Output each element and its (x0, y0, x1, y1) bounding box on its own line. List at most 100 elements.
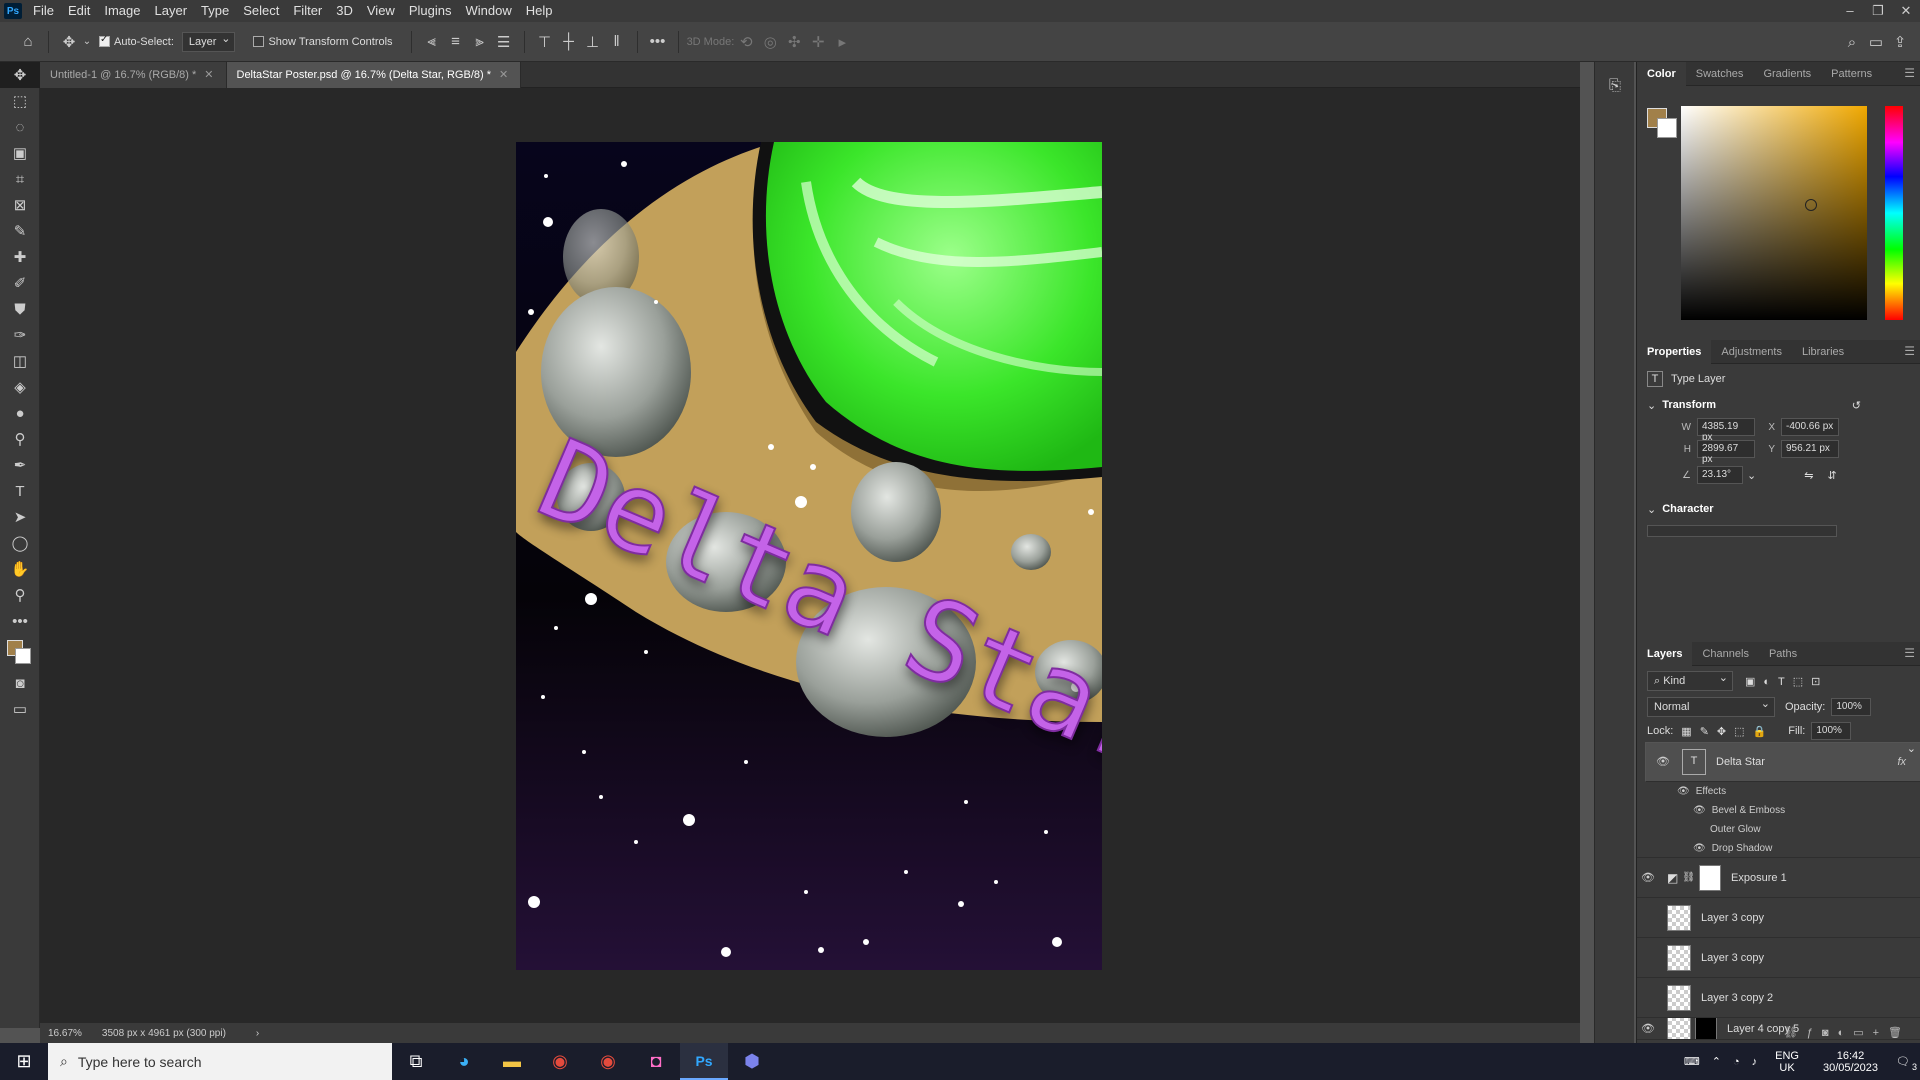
opacity-field[interactable]: 100% (1831, 698, 1872, 716)
color-swatches[interactable] (0, 634, 40, 670)
menu-image[interactable]: Image (97, 0, 147, 22)
menu-3d[interactable]: 3D (329, 0, 360, 22)
photoshop-taskbar-icon[interactable]: Ps (680, 1043, 728, 1080)
character-title[interactable]: Character (1662, 503, 1713, 515)
effect-outer-glow[interactable]: Outer Glow (1637, 820, 1920, 839)
marquee-tool-icon[interactable]: ⬚ (0, 88, 40, 114)
3d-pan-icon[interactable]: ✣ (782, 30, 806, 54)
tab-deltastar-poster[interactable]: DeltaStar Poster.psd @ 16.7% (Delta Star… (226, 62, 522, 88)
notifications-icon[interactable]: 🗨 3 (1890, 1055, 1920, 1072)
lasso-tool-icon[interactable]: ◌ (0, 114, 40, 140)
link-icon[interactable]: ⛓ (1682, 872, 1695, 883)
tab-properties[interactable]: Properties (1637, 339, 1712, 364)
network-icon[interactable]: ◔ (1727, 1056, 1746, 1068)
status-chevron-icon[interactable]: › (256, 1028, 259, 1039)
taskbar-search[interactable]: ⌕ Type here to search (48, 1043, 392, 1080)
stamp-tool-icon[interactable]: ⛊ (0, 296, 40, 322)
ellipse-tool-icon[interactable]: ◯ (0, 530, 40, 556)
layer-name[interactable]: Exposure 1 (1731, 872, 1787, 884)
tray-chevron-icon[interactable]: ⌃ (1706, 1055, 1727, 1068)
auto-select-dropdown[interactable]: Layer (181, 30, 236, 52)
close-tab-icon[interactable]: ✕ (499, 69, 508, 81)
menu-filter[interactable]: Filter (286, 0, 329, 22)
layer-name[interactable]: Delta Star (1716, 753, 1765, 771)
show-transform-checkbox[interactable] (253, 36, 265, 47)
object-select-tool-icon[interactable]: ▣ (0, 140, 40, 166)
align-center-icon[interactable]: ≡ (444, 30, 468, 54)
layer-filter-dropdown[interactable]: ⌕ Kind (1647, 669, 1733, 691)
auto-select-checkbox[interactable] (99, 34, 110, 47)
hue-slider[interactable] (1885, 106, 1903, 320)
layers-footer-icons[interactable]: ⛓ƒ◙◐▭+🗑 (1637, 1021, 1920, 1043)
width-field[interactable]: 4385.19 px (1697, 418, 1755, 443)
visibility-eye-icon[interactable]: 👁 (1637, 871, 1659, 884)
move-tool-icon[interactable]: ✥ (57, 30, 81, 54)
layer-name[interactable]: Layer 3 copy (1701, 912, 1764, 924)
effects-group[interactable]: 👁 Effects (1637, 782, 1920, 801)
3d-slide-icon[interactable]: ✛ (806, 30, 830, 54)
effects-eye-icon[interactable]: 👁 (1677, 786, 1690, 797)
tab-paths[interactable]: Paths (1759, 642, 1807, 666)
windows-start-icon[interactable]: ⊞ (0, 1043, 48, 1080)
canvas-area[interactable]: Delta Star Delta Star (40, 88, 1580, 1023)
language-indicator[interactable]: ENG UK (1763, 1050, 1811, 1074)
menu-layer[interactable]: Layer (148, 0, 195, 22)
align-top-icon[interactable]: ⊤ (533, 30, 557, 54)
chrome-profile-icon[interactable]: ◉ (584, 1043, 632, 1080)
screen-mode-icon[interactable]: ▭ (0, 696, 40, 722)
quick-mask-icon[interactable]: ◙ (0, 670, 40, 696)
minimize-icon[interactable]: – (1836, 0, 1864, 22)
search-placeholder[interactable]: Type here to search (78, 1054, 202, 1070)
layer-row-delta-star[interactable]: 👁 T Delta Star fx (1645, 740, 1920, 782)
flip-vertical-icon[interactable]: ⇵ (1827, 469, 1836, 482)
move-tool-icon[interactable]: ✥ (0, 62, 40, 88)
angle-field[interactable]: 23.13° (1697, 466, 1743, 484)
chevron-down-icon[interactable]: ⌄ (1747, 469, 1756, 482)
flip-horizontal-icon[interactable]: ⇋ (1804, 469, 1813, 482)
effect-eye-icon[interactable]: 👁 (1693, 805, 1706, 816)
restore-icon[interactable]: ❐ (1864, 0, 1892, 22)
menu-help[interactable]: Help (519, 0, 560, 22)
panel-menu-icon[interactable]: ☰ (1904, 344, 1915, 358)
layer-row-layer-3-copy-2[interactable]: Layer 3 copy 2 (1637, 978, 1920, 1018)
distribute-vertical-icon[interactable]: ‖ (605, 30, 629, 54)
transform-title[interactable]: Transform (1662, 399, 1716, 411)
tab-channels[interactable]: Channels (1692, 642, 1758, 666)
path-select-icon[interactable]: ➤ (0, 504, 40, 530)
more-options-icon[interactable]: ••• (646, 30, 670, 54)
effect-eye-icon[interactable]: 👁 (1693, 843, 1706, 854)
chevron-down-icon[interactable]: ⌄ (1647, 399, 1656, 412)
edge-icon[interactable]: ◕ (440, 1043, 488, 1080)
menu-view[interactable]: View (360, 0, 402, 22)
dodge-tool-icon[interactable]: ⚲ (0, 426, 40, 452)
layer-row-layer-3-copy[interactable]: Layer 3 copy (1637, 938, 1920, 978)
height-field[interactable]: 2899.67 px (1697, 440, 1755, 465)
tab-gradients[interactable]: Gradients (1753, 62, 1821, 86)
home-icon[interactable]: ⌂ (16, 30, 40, 54)
frame-tool-icon[interactable]: ⊠ (0, 192, 40, 218)
x-field[interactable]: -400.66 px (1781, 418, 1839, 436)
brush-tool-icon[interactable]: ✐ (0, 270, 40, 296)
chrome-icon[interactable]: ◉ (536, 1043, 584, 1080)
chevron-down-icon[interactable]: ⌄ (81, 30, 93, 54)
background-swatch[interactable] (1657, 118, 1677, 138)
close-tab-icon[interactable]: ✕ (204, 69, 213, 81)
paint-bucket-icon[interactable]: ◈ (0, 374, 40, 400)
blend-mode-dropdown[interactable]: Normal (1647, 695, 1775, 717)
tab-patterns[interactable]: Patterns (1821, 62, 1882, 86)
lock-icons[interactable]: ▦✎✥⬚🔒 (1681, 725, 1774, 738)
workspace-icon[interactable]: ▭ (1864, 30, 1888, 54)
align-middle-icon[interactable]: ┼ (557, 30, 581, 54)
layer-row-layer-3-copy[interactable]: Layer 3 copy (1637, 898, 1920, 938)
search-icon[interactable]: ⌕ (1840, 30, 1864, 54)
file-explorer-icon[interactable]: ▬ (488, 1043, 536, 1080)
y-field[interactable]: 956.21 px (1781, 440, 1839, 458)
3d-roll-icon[interactable]: ◎ (758, 30, 782, 54)
color-picker-field[interactable] (1681, 106, 1867, 320)
layer-name[interactable]: Layer 3 copy (1701, 952, 1764, 964)
fill-field[interactable]: 100% (1811, 722, 1852, 740)
menu-select[interactable]: Select (236, 0, 286, 22)
share-icon[interactable]: ⇪ (1888, 30, 1912, 54)
background-color-swatch[interactable] (15, 648, 31, 664)
visibility-eye-icon[interactable]: 👁 (1652, 753, 1674, 771)
